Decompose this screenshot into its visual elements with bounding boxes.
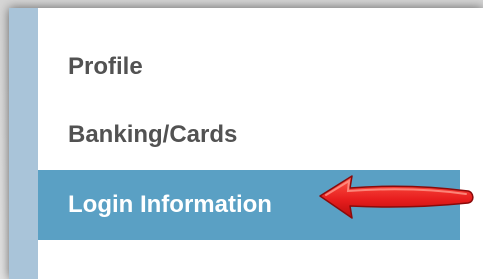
nav-item-login-information[interactable]: Login Information xyxy=(38,170,460,240)
nav-item-banking-cards[interactable]: Banking/Cards xyxy=(38,100,458,170)
account-nav-panel: Profile Banking/Cards Login Information xyxy=(9,8,483,279)
nav-item-label: Login Information xyxy=(68,191,272,218)
nav-item-label: Banking/Cards xyxy=(68,121,238,148)
screenshot-frame: Profile Banking/Cards Login Information xyxy=(0,0,483,279)
sidebar-accent-strip xyxy=(9,8,38,279)
nav-item-label: Profile xyxy=(68,53,143,80)
nav-item-profile[interactable]: Profile xyxy=(38,32,458,102)
